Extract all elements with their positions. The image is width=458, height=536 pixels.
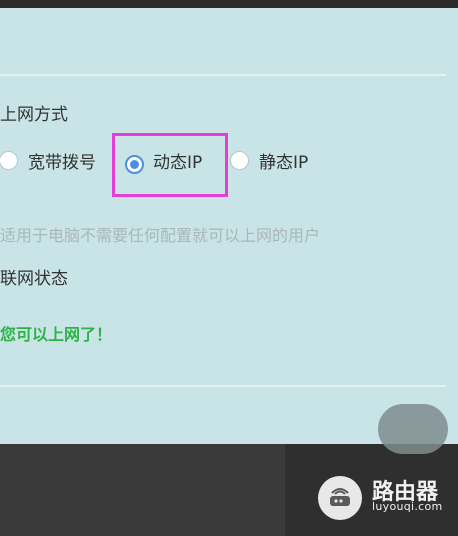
top-dark-strip [0, 0, 458, 8]
connection-type-options: 宽带拨号 动态IP 静态IP [0, 151, 458, 191]
top-divider [0, 74, 446, 76]
radio-static-ip[interactable] [230, 151, 249, 170]
site-watermark: 路由器 luyouqi.com [318, 470, 458, 524]
network-status-message: 您可以上网了！ [0, 325, 113, 344]
selection-highlight-box [112, 133, 228, 197]
floating-scroll-button[interactable] [378, 404, 448, 454]
bottom-divider [0, 385, 446, 387]
radio-label-broadband-dialup[interactable]: 宽带拨号 [28, 148, 96, 173]
radio-broadband-dialup[interactable] [0, 151, 18, 170]
network-settings-panel: 上网方式 宽带拨号 动态IP 静态IP 适用于电脑不需要任何配置就可以上网的用户… [0, 8, 458, 444]
connection-type-title: 上网方式 [0, 105, 68, 125]
router-logo-icon [318, 476, 362, 520]
radio-label-static-ip[interactable]: 静态IP [259, 148, 308, 173]
watermark-subtitle: luyouqi.com [372, 500, 443, 513]
network-status-title: 联网状态 [0, 269, 68, 289]
connection-hint-text: 适用于电脑不需要任何配置就可以上网的用户 [0, 226, 321, 245]
